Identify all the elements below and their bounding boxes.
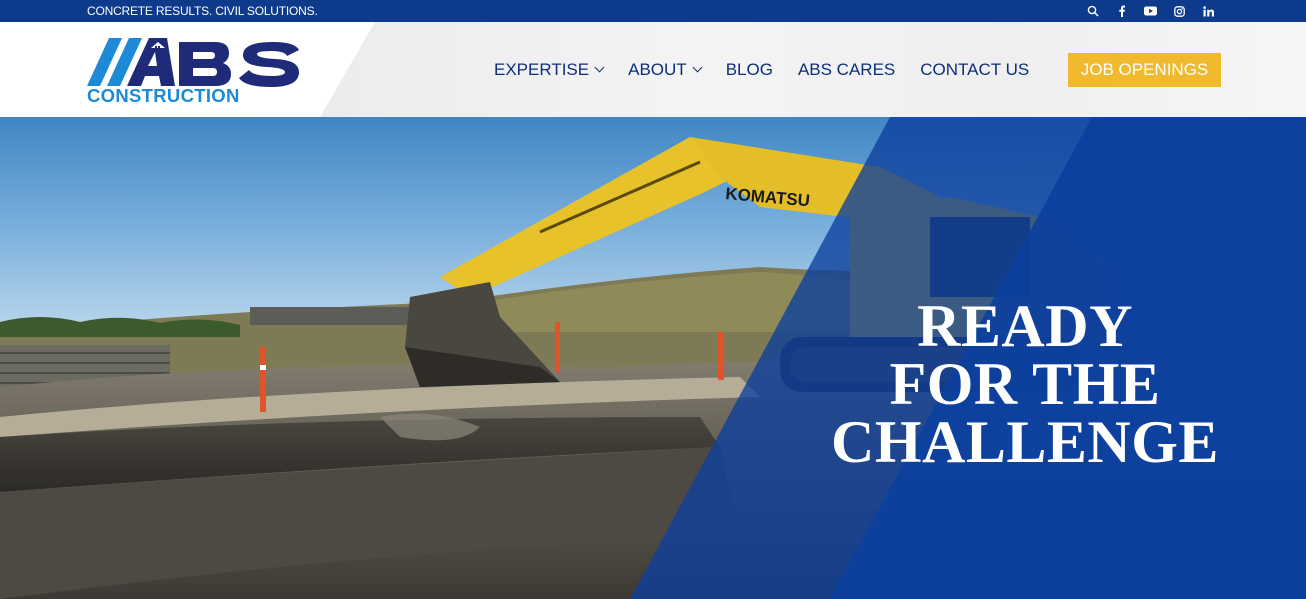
nav-contact-us[interactable]: CONTACT US [920,60,1029,80]
hero-heading: READY FOR THE CHALLENGE [800,293,1250,475]
nav-expertise-label: EXPERTISE [494,59,590,79]
hero-heading-line-1: READY [917,293,1133,359]
nav-expertise[interactable]: EXPERTISE [494,59,605,80]
abs-logo[interactable]: CONSTRUCTION [87,38,302,108]
chevron-down-icon [692,62,703,73]
logo-wordmark: CONSTRUCTION [87,85,240,106]
nav-about-label: ABOUT [628,59,687,79]
nav-abs-cares[interactable]: ABS CARES [798,60,895,80]
linkedin-icon[interactable] [1201,3,1216,19]
social-icons [1085,3,1216,19]
instagram-icon[interactable] [1172,3,1187,19]
job-openings-button[interactable]: JOB OPENINGS [1068,53,1221,87]
facebook-icon[interactable] [1114,3,1129,19]
main-nav: EXPERTISE ABOUT BLOG ABS CARES CONTACT U… [494,22,1054,117]
site-header: CONSTRUCTION EXPERTISE ABOUT BLOG ABS CA… [0,22,1306,117]
chevron-down-icon [594,62,605,73]
nav-blog[interactable]: BLOG [726,60,773,80]
hero-heading-line-3: CHALLENGE [831,409,1219,475]
abs-logo-mark [87,38,299,87]
hero-heading-line-2: FOR THE [889,351,1161,417]
search-icon[interactable] [1085,3,1100,19]
hero-banner: KOMATSU READY FOR THE CHALLENGE [0,117,1306,599]
youtube-icon[interactable] [1143,3,1158,19]
top-bar: CONCRETE RESULTS. CIVIL SOLUTIONS. [0,0,1306,22]
nav-about[interactable]: ABOUT [628,59,703,80]
tagline: CONCRETE RESULTS. CIVIL SOLUTIONS. [87,4,318,18]
